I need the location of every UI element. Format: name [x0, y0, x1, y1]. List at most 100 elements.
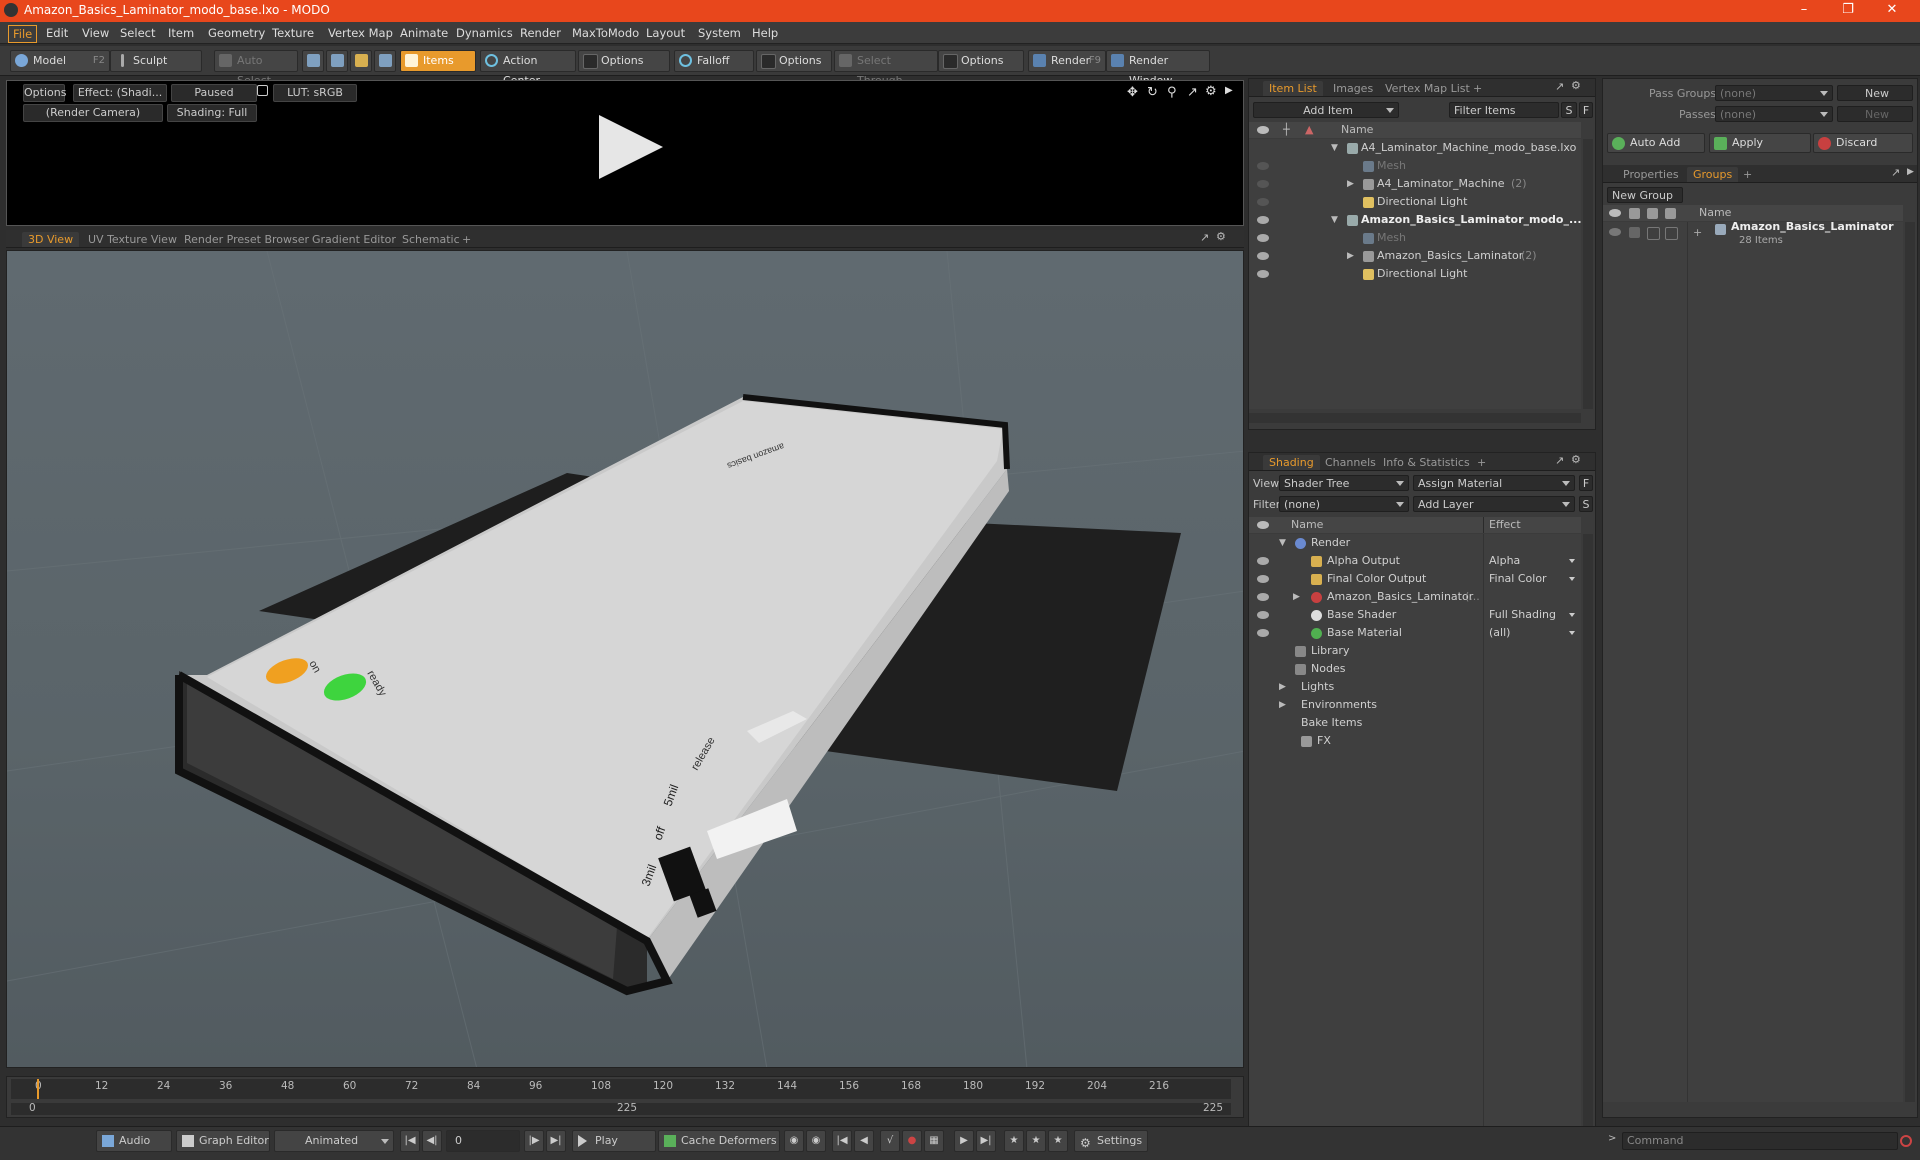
tab-properties[interactable]: Properties: [1617, 167, 1685, 182]
command-input[interactable]: Command: [1622, 1132, 1898, 1150]
tab-info-statistics[interactable]: Info & Statistics: [1377, 455, 1476, 470]
chevron-down-icon[interactable]: [1569, 577, 1575, 581]
shading-f-button[interactable]: F: [1579, 475, 1593, 491]
graph-editor-button[interactable]: Graph Editor: [176, 1130, 270, 1152]
select-polygons-button[interactable]: [350, 50, 372, 72]
expand-icon[interactable]: ↗: [1891, 166, 1900, 179]
render-button[interactable]: Render F9: [1028, 50, 1106, 72]
vertical-scrollbar[interactable]: [1905, 222, 1915, 1102]
gear-icon[interactable]: ⚙: [1571, 453, 1581, 466]
tab-vertex-map-list[interactable]: Vertex Map List: [1379, 81, 1476, 96]
tab-render-preset-browser[interactable]: Render Preset Browser: [178, 232, 315, 247]
menu-geometry[interactable]: Geometry: [204, 25, 269, 41]
eye-icon[interactable]: [1257, 593, 1269, 601]
add-tab-button[interactable]: +: [456, 232, 477, 247]
menu-render[interactable]: Render: [516, 25, 565, 41]
list-item[interactable]: Directional Light: [1249, 265, 1581, 283]
timeline-ruler[interactable]: [11, 1079, 1231, 1099]
shader-effect[interactable]: Full Shading: [1489, 606, 1556, 624]
menu-help[interactable]: Help: [748, 25, 782, 41]
eye-icon[interactable]: [1257, 575, 1269, 583]
filter-f-button[interactable]: F: [1579, 102, 1593, 118]
list-item[interactable]: Directional Light: [1249, 193, 1581, 211]
eye-icon[interactable]: [1609, 209, 1621, 217]
playhead[interactable]: [37, 1079, 39, 1099]
menu-select[interactable]: Select: [116, 25, 159, 41]
eye-icon[interactable]: [1257, 557, 1269, 565]
play-icon[interactable]: [599, 115, 663, 179]
auto-add-button[interactable]: Auto Add: [1607, 133, 1705, 153]
tool-icon-2[interactable]: ★: [1026, 1130, 1046, 1152]
select-edges-button[interactable]: [326, 50, 348, 72]
expand-icon[interactable]: ↗: [1200, 231, 1209, 244]
eye-icon[interactable]: [1609, 228, 1621, 236]
record-icon[interactable]: ●: [902, 1130, 922, 1152]
list-item[interactable]: Mesh: [1249, 229, 1581, 247]
3d-viewport[interactable]: on ready release 3mil off 5mil amazon ba…: [6, 250, 1244, 1068]
tab-uv-texture-view[interactable]: UV Texture View: [82, 232, 183, 247]
add-item-dropdown[interactable]: Add Item: [1253, 102, 1399, 118]
preview-shading-dropdown[interactable]: Shading: Full: [167, 104, 257, 122]
preview-effect-dropdown[interactable]: Effect: (Shadi...: [73, 84, 167, 102]
shader-row-bake-items[interactable]: Bake Items: [1249, 714, 1581, 732]
render-window-button[interactable]: Render Window: [1106, 50, 1210, 87]
sculpt-mode-button[interactable]: Sculpt: [110, 50, 202, 72]
cache-deformers-button[interactable]: Cache Deformers: [658, 1130, 780, 1152]
tool-icon-1[interactable]: ★: [1004, 1130, 1024, 1152]
preview-options-button[interactable]: Options: [23, 84, 66, 102]
select-icon[interactable]: [1665, 208, 1676, 219]
arrow-right-icon[interactable]: ▶: [1225, 85, 1233, 96]
shader-row-environments[interactable]: ▶ Environments: [1249, 696, 1581, 714]
eye-icon[interactable]: [1257, 521, 1269, 529]
zoom-icon[interactable]: ⚲: [1167, 85, 1177, 100]
shading-s-button[interactable]: S: [1579, 496, 1593, 512]
view-dropdown[interactable]: Shader Tree: [1279, 475, 1409, 491]
select-through-options-button[interactable]: Options: [938, 50, 1024, 72]
new-pass-button[interactable]: New: [1837, 106, 1913, 122]
menu-view[interactable]: View: [78, 25, 113, 41]
filter-dropdown[interactable]: (none): [1279, 496, 1409, 512]
falloff-button[interactable]: Falloff: [674, 50, 754, 72]
command-history-icon[interactable]: [1900, 1135, 1912, 1147]
next-key-button[interactable]: |▶: [524, 1130, 544, 1152]
first-key-button[interactable]: |◀: [832, 1130, 852, 1152]
rotate-icon[interactable]: ↻: [1147, 85, 1158, 100]
eye-icon[interactable]: [1257, 198, 1269, 206]
chevron-down-icon[interactable]: [1569, 613, 1575, 617]
lock-icon[interactable]: [1647, 208, 1658, 219]
list-item[interactable]: ▼ A4_Laminator_Machine_modo_base.lxo: [1249, 139, 1581, 157]
shader-row-final-color-output[interactable]: Final Color Output Final Color: [1249, 570, 1581, 588]
chevron-right-icon[interactable]: ▶: [1293, 588, 1300, 606]
color-icon[interactable]: ▲: [1305, 122, 1313, 138]
gear-icon[interactable]: ⚙: [1205, 84, 1217, 99]
add-layer-dropdown[interactable]: Add Layer: [1413, 496, 1575, 512]
add-tab-button[interactable]: +: [1467, 81, 1488, 96]
shader-row-fx[interactable]: FX: [1249, 732, 1581, 750]
shader-effect[interactable]: Final Color: [1489, 570, 1547, 588]
filter-items-input[interactable]: Filter Items: [1449, 102, 1559, 118]
shader-effect[interactable]: (all): [1489, 624, 1510, 642]
shader-row-base-material[interactable]: Base Material (all): [1249, 624, 1581, 642]
render-preview[interactable]: Options Effect: (Shadi... Paused LUT: sR…: [6, 80, 1244, 226]
minimize-button[interactable]: –: [1782, 0, 1826, 22]
tab-3d-view[interactable]: 3D View: [22, 232, 80, 247]
frame-input[interactable]: 0: [446, 1130, 520, 1152]
vertical-scrollbar[interactable]: [1583, 139, 1593, 409]
eye-icon[interactable]: [1257, 611, 1269, 619]
menu-texture[interactable]: Texture: [268, 25, 318, 41]
shader-row-material-group[interactable]: ▶ Amazon_Basics_Laminator (...: [1249, 588, 1581, 606]
new-group-button[interactable]: New Group: [1607, 187, 1683, 203]
select-vertices-button[interactable]: [302, 50, 324, 72]
chevron-down-icon[interactable]: [1569, 559, 1575, 563]
chevron-right-icon[interactable]: ▶: [1347, 175, 1354, 193]
eye-icon[interactable]: [1257, 629, 1269, 637]
arrow-right-icon[interactable]: ▶: [1907, 167, 1914, 177]
audio-button[interactable]: Audio: [96, 1130, 172, 1152]
shader-row-alpha-output[interactable]: Alpha Output Alpha: [1249, 552, 1581, 570]
prev-key-button[interactable]: ◀|: [422, 1130, 442, 1152]
menu-animate[interactable]: Animate: [396, 25, 452, 41]
eye-icon[interactable]: [1257, 216, 1269, 224]
chevron-down-icon[interactable]: ▼: [1331, 211, 1338, 229]
settings-button[interactable]: ⚙ Settings: [1074, 1130, 1148, 1152]
chevron-down-icon[interactable]: [1569, 631, 1575, 635]
